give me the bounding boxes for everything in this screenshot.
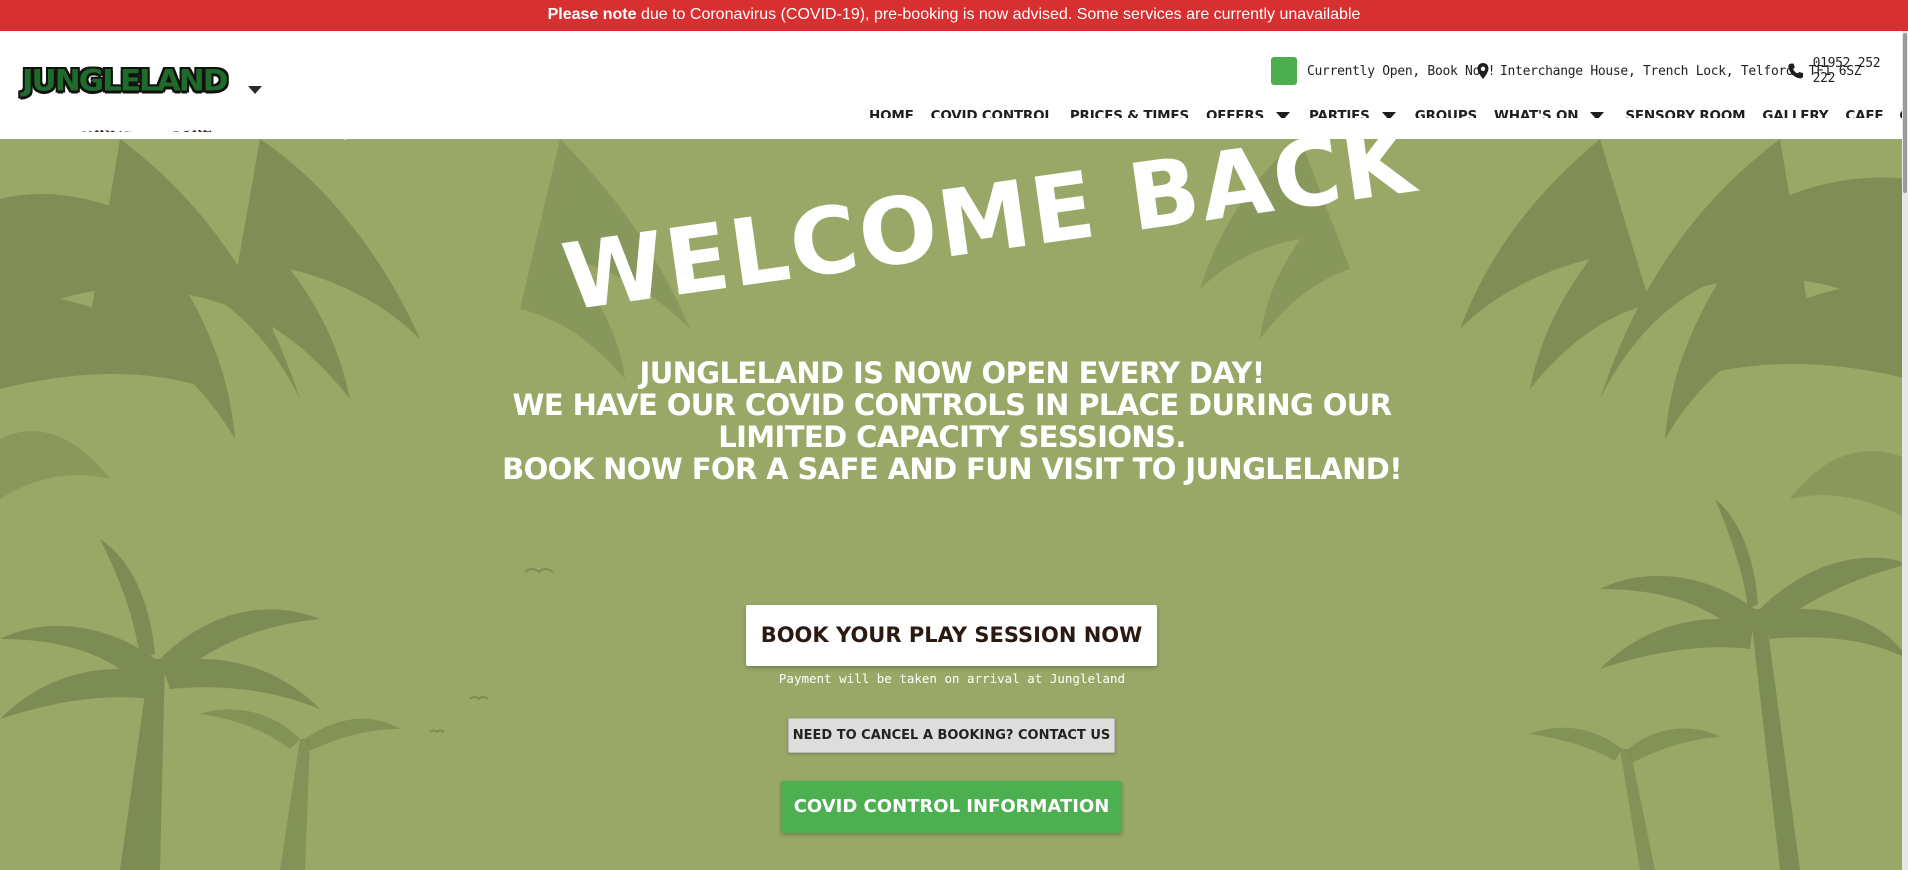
phone-row: 01952 252 222 [1787,56,1908,86]
intro-line: BOOK NOW FOR A SAFE AND FUN VISIT TO JUN… [502,452,1402,486]
alert-text: due to Coronavirus (COVID-19), pre-booki… [636,6,1361,23]
hero-section: WELCOME BACK JUNGLELAND IS NOW OPEN EVER… [0,139,1908,870]
phone-icon [1788,63,1804,79]
page-scrollbar[interactable] [1902,31,1908,870]
scrollbar-thumb[interactable] [1903,33,1907,193]
chevron-down-icon[interactable] [247,85,263,95]
header-torn-edge [0,118,1908,140]
payment-note: Payment will be taken on arrival at Jung… [778,671,1126,686]
covid-alert-bar: Please note due to Coronavirus (COVID-19… [0,0,1908,31]
phone-text[interactable]: 01952 252 222 [1813,56,1908,86]
header-info-row: Currently Open, Book Now! [1271,57,1495,85]
covid-control-info-button[interactable]: COVID CONTROL INFORMATION [781,781,1122,833]
alert-bold-text: Please note [547,6,637,23]
book-play-session-button[interactable]: BOOK YOUR PLAY SESSION NOW [746,605,1157,666]
intro-text: JUNGLELAND IS NOW OPEN EVERY DAY! WE HAV… [452,357,1452,485]
intro-line: JUNGLELAND IS NOW OPEN EVERY DAY! [639,356,1266,390]
intro-line: LIMITED CAPACITY SESSIONS. [718,420,1186,454]
intro-line: WE HAVE OUR COVID CONTROLS IN PLACE DURI… [512,388,1393,422]
open-status-link[interactable]: Currently Open, Book Now! [1307,64,1495,79]
map-pin-icon [1477,63,1489,79]
cancel-booking-button[interactable]: NEED TO CANCEL A BOOKING? CONTACT US [788,718,1115,753]
logo-main-text: JUNGLELAND [22,63,228,99]
open-status-indicator [1271,57,1297,85]
